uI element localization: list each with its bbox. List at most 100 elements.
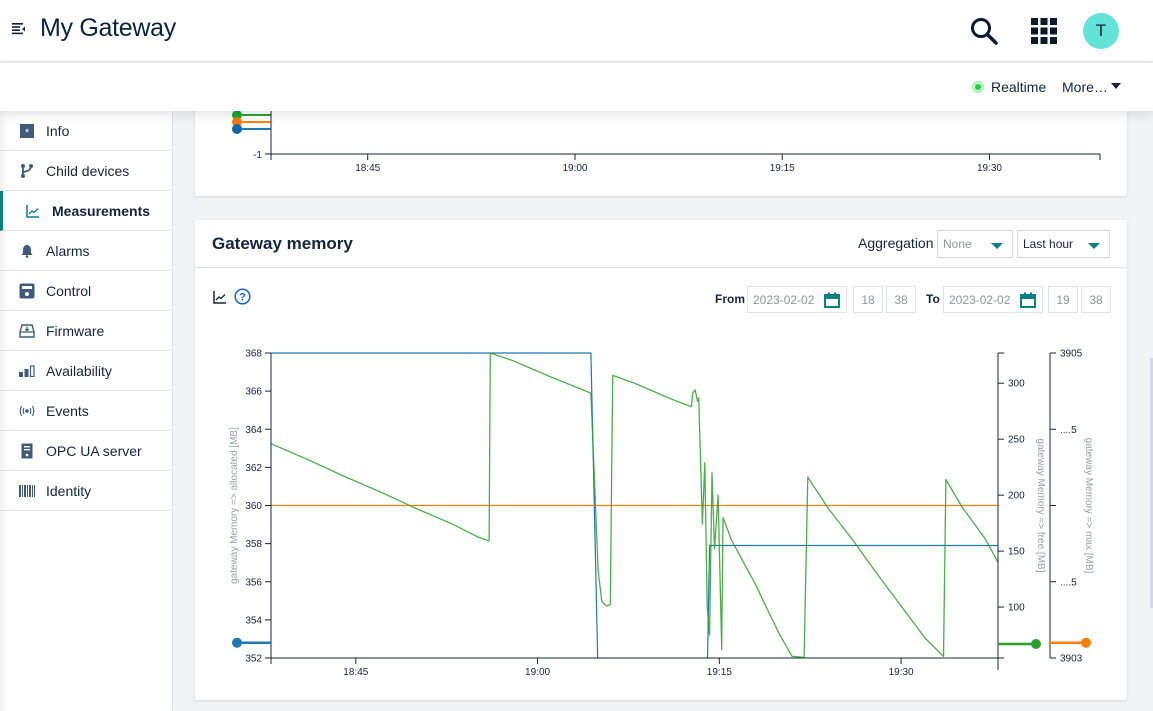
x-tick-label: 19:30	[889, 667, 914, 678]
aggregation-label: Aggregation	[858, 235, 934, 251]
more-label: More…	[1062, 79, 1108, 95]
menu-collapse-icon[interactable]	[11, 21, 27, 37]
y-tick-label: 366	[245, 387, 262, 398]
realtime-label: Realtime	[991, 79, 1047, 95]
chart-toolbar: ? From 2023-02-02 18 : 38 To 2023-02-02 …	[195, 268, 1127, 328]
sidebar-item-measurements[interactable]: Measurements	[0, 191, 172, 231]
legend-marker-allocated	[232, 124, 242, 134]
sidebar-item-label: Info	[46, 122, 70, 139]
y-tick-label: 360	[245, 501, 262, 512]
y-tick-label: 362	[245, 463, 262, 474]
avatar[interactable]: T	[1083, 13, 1119, 49]
y-tick-label: -1	[253, 150, 262, 161]
y-tick-label: 358	[245, 539, 262, 550]
legend-marker-max	[1081, 637, 1091, 648]
bell-icon	[19, 243, 35, 259]
from-date-input[interactable]: 2023-02-02	[747, 286, 847, 313]
y-tick-label: ....5	[1060, 425, 1077, 436]
page-title: My Gateway	[40, 14, 176, 42]
y-tick-label: 150	[1008, 547, 1025, 558]
from-hour-input[interactable]: 18	[853, 286, 883, 313]
availability-icon	[19, 363, 35, 379]
x-tick-label: 19:30	[977, 163, 1002, 174]
caret-down-icon	[991, 243, 1003, 249]
sidebar-item-label: OPC UA server	[46, 442, 142, 459]
sidebar-item-info[interactable]: * Info	[0, 111, 172, 151]
x-tick-label: 18:45	[343, 667, 368, 678]
x-tick-label: 19:15	[770, 163, 795, 174]
gateway-memory-card: Gateway memory Aggregation None Last hou…	[195, 220, 1127, 700]
legend-marker-free	[1031, 639, 1041, 650]
svg-text:*: *	[25, 127, 30, 138]
sidebar-item-label: Availability	[46, 362, 112, 379]
sidebar-item-control[interactable]: Control	[0, 271, 172, 311]
sidebar-item-label: Alarms	[46, 242, 90, 259]
line-chart-icon[interactable]	[213, 290, 227, 304]
sidebar-item-label: Identity	[46, 482, 92, 499]
realtime-status-icon	[973, 82, 983, 92]
top-chart-card: -1 18:45 19:00 19:15 19:30	[195, 100, 1127, 196]
sidebar-item-opcua-server[interactable]: OPC UA server	[0, 431, 172, 471]
from-date-value: 2023-02-02	[753, 293, 815, 307]
sidebar-item-events[interactable]: Events	[0, 391, 172, 431]
y-tick-label: 354	[245, 615, 262, 626]
sidebar-item-label: Measurements	[52, 202, 151, 219]
from-label: From	[715, 292, 745, 306]
to-hour-input[interactable]: 19	[1048, 286, 1078, 313]
search-icon[interactable]	[968, 15, 1000, 47]
control-icon	[19, 283, 35, 299]
firmware-icon	[19, 323, 35, 339]
more-menu-button[interactable]: More…	[1062, 79, 1121, 95]
barcode-icon	[19, 483, 35, 499]
apps-grid-icon[interactable]	[1030, 17, 1058, 45]
y-tick-label: 364	[245, 425, 262, 436]
sidebar-item-identity[interactable]: Identity	[0, 471, 172, 511]
y-axis-title-max: gateway Memory => max [MB]	[1083, 438, 1094, 574]
svg-text:?: ?	[239, 292, 246, 304]
y-tick-label: 368	[245, 349, 262, 360]
x-tick-label: 19:00	[525, 667, 550, 678]
from-minute-input[interactable]: 38	[886, 286, 916, 313]
sidebar-item-label: Child devices	[46, 162, 130, 179]
time-range-value: Last hour	[1023, 237, 1074, 251]
legend-marker-allocated	[232, 637, 242, 648]
aggregation-select[interactable]: None	[937, 230, 1013, 258]
calendar-icon[interactable]	[824, 292, 840, 308]
events-icon	[19, 403, 35, 419]
y-tick-label: 300	[1008, 379, 1025, 390]
caret-down-icon	[1088, 243, 1100, 249]
to-minute-input[interactable]: 38	[1081, 286, 1111, 313]
y-tick-label: ....5	[1060, 577, 1077, 588]
y-axis-title-allocated: gateway Memory => allocated [MB]	[229, 427, 240, 584]
realtime-toggle[interactable]: Realtime	[973, 79, 1046, 95]
to-label: To	[926, 292, 940, 306]
sidebar-item-label: Events	[46, 402, 89, 419]
measurements-icon	[25, 203, 41, 219]
y-tick-label: 250	[1008, 435, 1025, 446]
to-date-input[interactable]: 2023-02-02	[943, 286, 1043, 313]
sidebar-item-availability[interactable]: Availability	[0, 351, 172, 391]
opcua-server-icon	[19, 443, 35, 459]
y-tick-label: 100	[1008, 603, 1025, 614]
to-date-value: 2023-02-02	[949, 293, 1011, 307]
calendar-icon[interactable]	[1020, 292, 1036, 308]
top-bar: My Gateway T	[0, 0, 1153, 62]
sidebar-item-alarms[interactable]: Alarms	[0, 231, 172, 271]
help-icon[interactable]: ?	[234, 288, 251, 305]
info-icon: *	[19, 123, 35, 139]
x-tick-label: 19:15	[707, 667, 732, 678]
caret-down-icon	[1110, 83, 1121, 89]
sidebar-item-firmware[interactable]: Firmware	[0, 311, 172, 351]
time-range-select[interactable]: Last hour	[1017, 230, 1110, 258]
y-tick-label: 356	[245, 577, 262, 588]
y-tick-label: 3903	[1060, 654, 1083, 665]
aggregation-value: None	[943, 237, 972, 251]
sidebar: * Info Child devices Measurements Alarms…	[0, 111, 173, 711]
sidebar-item-label: Firmware	[46, 322, 105, 339]
top-chart: -1 18:45 19:00 19:15 19:30	[232, 100, 1101, 174]
sidebar-item-child-devices[interactable]: Child devices	[0, 151, 172, 191]
child-devices-icon	[19, 163, 35, 179]
x-tick-label: 19:00	[562, 163, 587, 174]
y-tick-label: 200	[1008, 491, 1025, 502]
card-title: Gateway memory	[212, 234, 353, 253]
